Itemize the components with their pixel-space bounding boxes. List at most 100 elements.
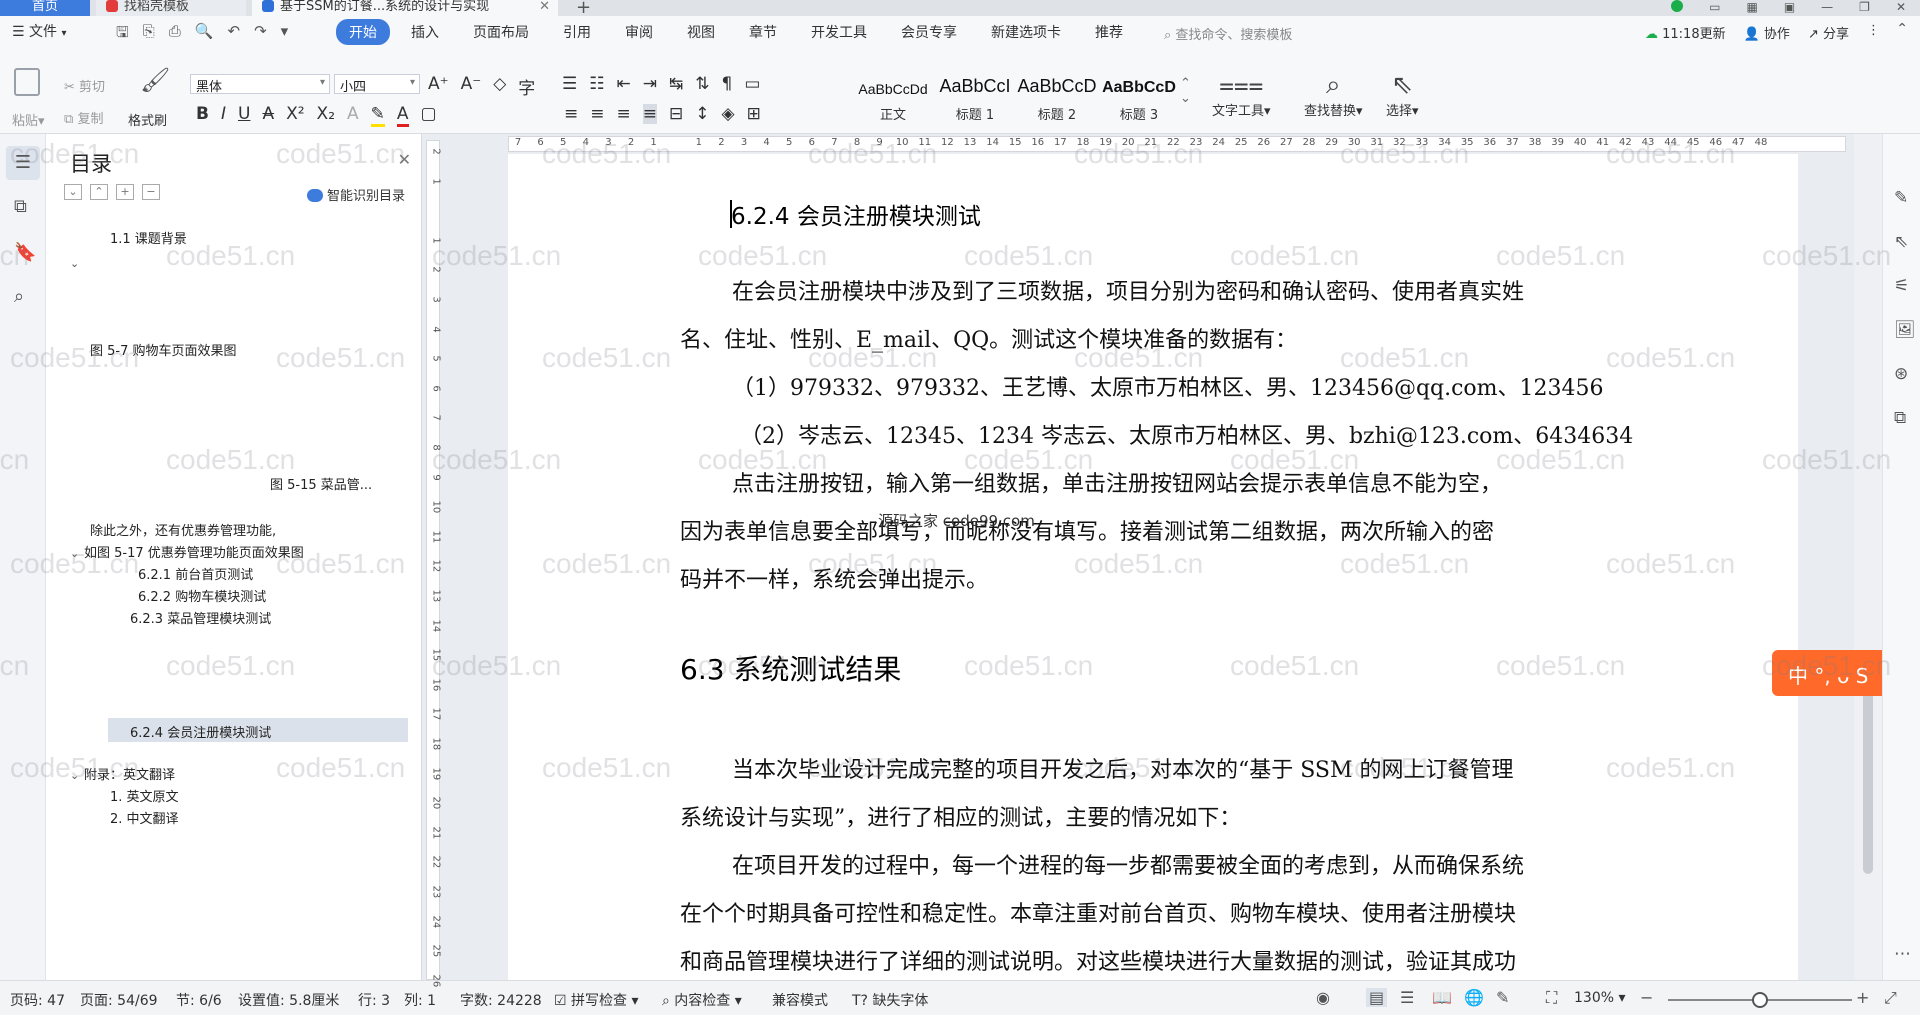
tab-insert[interactable]: 插入: [398, 19, 452, 45]
toc-item[interactable]: 除此之外，还有优惠券管理功能,: [90, 520, 276, 539]
zoom-level[interactable]: 130% ▾: [1574, 990, 1626, 1006]
distributed-icon[interactable]: ⊟: [669, 104, 683, 124]
content-check-button[interactable]: ⌕ 内容检查 ▾: [662, 990, 742, 1010]
paragraph-line[interactable]: （1）979332、979332、王艺博、太原市万柏林区、男、123456@qq…: [732, 370, 1604, 402]
pen-icon[interactable]: ✎: [1894, 188, 1908, 208]
command-search[interactable]: ⌕ 查找命令、搜索模板: [1164, 24, 1292, 43]
show-marks-icon[interactable]: ¶: [722, 74, 733, 94]
file-menu[interactable]: ☰ 文件 ▾: [12, 21, 67, 41]
status-col[interactable]: 列: 1: [404, 990, 436, 1010]
cut-button[interactable]: ✂ 剪切: [64, 76, 105, 95]
layout-icon[interactable]: ▭: [1709, 0, 1720, 16]
expand-all-icon[interactable]: ⌄: [64, 184, 82, 200]
close-tab-icon[interactable]: ✕: [539, 0, 550, 14]
status-section[interactable]: 节: 6/6: [176, 990, 222, 1010]
tab-review[interactable]: 审阅: [612, 19, 666, 45]
outline-view-icon[interactable]: ☰: [1400, 988, 1414, 1007]
phonetic-icon[interactable]: 字: [518, 74, 535, 99]
write-mode-icon[interactable]: ✎: [1496, 988, 1509, 1007]
zoom-slider-handle[interactable]: [1752, 992, 1768, 1008]
fullscreen-icon[interactable]: ⤢: [1884, 988, 1897, 1008]
heading-6-2-4[interactable]: 6.2.4 会员注册模块测试: [731, 197, 981, 231]
format-painter-icon[interactable]: 🖌: [140, 66, 170, 94]
paragraph-line[interactable]: 码并不一样，系统会弹出提示。: [680, 562, 988, 594]
eye-protect-icon[interactable]: ◉: [1316, 988, 1330, 1007]
toc-expand-toggle[interactable]: ⌄: [70, 256, 84, 271]
compass-icon[interactable]: ⊛: [1894, 364, 1908, 384]
tab-view[interactable]: 视图: [674, 19, 728, 45]
toc-item-selected[interactable]: 6.2.4 会员注册模块测试: [108, 718, 408, 742]
remove-item-icon[interactable]: −: [142, 184, 160, 200]
tab-docer-templates[interactable]: 找稻壳模板: [96, 0, 246, 16]
close-window-icon[interactable]: ✕: [1896, 0, 1906, 16]
collapse-ribbon-icon[interactable]: ⌃: [1896, 21, 1908, 37]
paragraph-line[interactable]: （2）岑志云、12345、1234 岑志云、太原市万柏林区、男、bzhi@123…: [740, 418, 1633, 450]
borders-icon[interactable]: ⊞: [747, 104, 761, 124]
shrink-font-icon[interactable]: A⁻: [461, 74, 482, 99]
format-painter-button[interactable]: 格式刷: [128, 110, 167, 129]
tab-chapter[interactable]: 章节: [736, 19, 790, 45]
collaborate-button[interactable]: 👤 协作: [1744, 23, 1790, 42]
font-family-select[interactable]: 黑体 ▾: [190, 74, 330, 95]
status-setting[interactable]: 设置值: 5.8厘米: [238, 990, 339, 1010]
paragraph-line[interactable]: 在个个时期具备可控性和稳定性。本章注重对前台首页、购物车模块、使用者注册模块: [680, 896, 1516, 928]
vertical-scrollbar[interactable]: [1854, 134, 1882, 980]
cloud-sync-status[interactable]: ☁ 11:18更新: [1645, 23, 1726, 42]
style-normal[interactable]: AaBbCcDd 正文: [852, 76, 934, 123]
char-border-icon[interactable]: ▢: [421, 104, 437, 127]
superscript-icon[interactable]: X²: [286, 104, 304, 127]
grow-font-icon[interactable]: A⁺: [428, 74, 449, 99]
collapse-all-icon[interactable]: ⌃: [90, 184, 108, 200]
font-color-icon[interactable]: A: [396, 104, 409, 127]
align-right-icon[interactable]: ≡: [617, 104, 631, 124]
justify-icon[interactable]: ≡: [642, 104, 657, 124]
new-tab-icon[interactable]: +: [576, 0, 591, 16]
image-icon[interactable]: 🖼: [1894, 320, 1916, 340]
tab-recommend[interactable]: 推荐: [1082, 19, 1136, 45]
spell-check-button[interactable]: ☑ 拼写检查 ▾: [554, 990, 639, 1010]
maximize-icon[interactable]: ❐: [1859, 0, 1870, 16]
more-icon[interactable]: ⋮: [1867, 23, 1880, 42]
upload-status-icon[interactable]: [1671, 0, 1684, 12]
align-left-icon[interactable]: ≡: [564, 104, 578, 124]
zoom-out-icon[interactable]: −: [1640, 988, 1653, 1007]
save-icon[interactable]: 🖫: [116, 22, 129, 47]
toc-item[interactable]: 2. 中文翻译: [110, 808, 179, 827]
highlight-icon[interactable]: ✎: [370, 104, 385, 127]
paragraph-line[interactable]: 系统设计与实现”，进行了相应的测试，主要的情况如下：: [680, 800, 1241, 832]
redo-icon[interactable]: ↷: [254, 22, 267, 47]
increase-indent-icon[interactable]: ⇥: [643, 74, 657, 94]
text-direction-icon[interactable]: ↹: [669, 74, 683, 94]
align-center-icon[interactable]: ≡: [590, 104, 604, 124]
print-icon[interactable]: ⎙: [169, 22, 181, 47]
paste-icon[interactable]: [14, 68, 40, 96]
pointer-icon[interactable]: ⇖: [1894, 232, 1908, 252]
sort-icon[interactable]: ⇅: [695, 74, 709, 94]
shading-icon[interactable]: ◈: [722, 104, 735, 124]
strikethrough-icon[interactable]: A: [262, 104, 274, 127]
add-item-icon[interactable]: +: [116, 184, 134, 200]
paragraph-line[interactable]: 因为表单信息要全部填写，而昵称没有填写。接着测试第二组数据，两次所输入的密: [680, 514, 1494, 546]
decrease-indent-icon[interactable]: ⇤: [617, 74, 631, 94]
web-view-icon[interactable]: 🌐: [1464, 988, 1484, 1007]
line-spacing-icon[interactable]: ↕: [695, 104, 709, 124]
paste-button[interactable]: 粘贴▾: [12, 110, 45, 129]
underline-icon[interactable]: U: [238, 104, 250, 127]
fit-page-icon[interactable]: ⛶: [1546, 988, 1557, 1008]
bookmark-icon[interactable]: 🔖: [14, 242, 36, 263]
missing-font-button[interactable]: T? 缺失字体: [852, 990, 928, 1010]
bold-icon[interactable]: B: [196, 104, 209, 127]
style-heading-3[interactable]: AaBbCcD 标题 3: [1098, 76, 1180, 123]
toc-item[interactable]: ⌄ 如图 5-17 优惠券管理功能页面效果图: [70, 542, 304, 561]
numbered-list-icon[interactable]: ☷: [589, 74, 604, 94]
toc-item[interactable]: 图 5-15 菜品管...: [270, 474, 372, 493]
print-preview-icon[interactable]: 🔍: [195, 22, 214, 47]
tab-start[interactable]: 开始: [336, 19, 390, 45]
page-view-icon[interactable]: ▤: [1366, 988, 1388, 1007]
status-page-count[interactable]: 页面: 54/69: [80, 990, 158, 1010]
undo-icon[interactable]: ↶: [228, 22, 241, 47]
avatar[interactable]: ▣: [1784, 0, 1795, 16]
styles-scroll-icon[interactable]: ⌃ ⌄: [1180, 76, 1191, 106]
reading-view-icon[interactable]: 📖: [1432, 988, 1452, 1007]
close-icon[interactable]: ✕: [398, 150, 411, 169]
